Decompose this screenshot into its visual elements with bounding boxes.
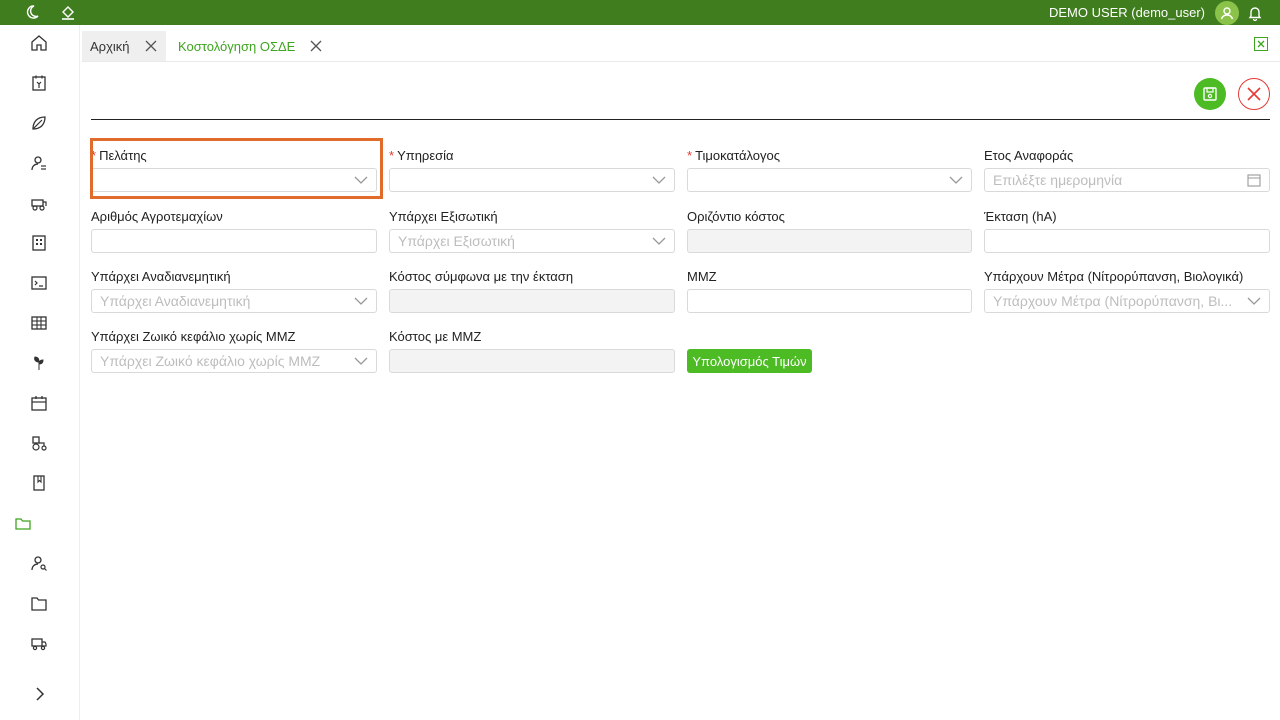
ref-year-datepicker[interactable]: Επιλέξτε ημερομηνία bbox=[984, 168, 1270, 192]
sidebar bbox=[0, 25, 80, 720]
save-icon bbox=[1203, 87, 1217, 101]
expand-icon[interactable] bbox=[30, 684, 50, 704]
avatar[interactable] bbox=[1215, 1, 1239, 25]
ref-year-placeholder: Επιλέξτε ημερομηνία bbox=[993, 172, 1123, 188]
moon-icon[interactable] bbox=[22, 2, 42, 22]
measures-label: Υπάρχουν Μέτρα (Νίτρορύπανση, Βιολογικά) bbox=[984, 269, 1244, 284]
cost-by-area-label: Κόστος σύμφωνα με την έκταση bbox=[389, 269, 574, 284]
mmz-input[interactable] bbox=[687, 289, 972, 313]
tab-label: Κοστολόγηση ΟΣΔΕ bbox=[178, 38, 296, 54]
excel-icon[interactable] bbox=[1254, 37, 1268, 51]
redistributive-placeholder: Υπάρχει Αναδιανεμητική bbox=[100, 293, 251, 309]
book-icon[interactable] bbox=[29, 473, 49, 493]
plant-icon[interactable] bbox=[29, 353, 49, 373]
calculate-prices-button[interactable]: Υπολογισμός Τιμών bbox=[687, 349, 812, 373]
ref-year-label: Ετος Αναφοράς bbox=[984, 148, 1074, 163]
chevron-down-icon bbox=[652, 176, 666, 184]
livestock-select[interactable]: Υπάρχει Ζωικό κεφάλιο χωρίς ΜΜΖ bbox=[91, 349, 377, 373]
cost-mmz-input bbox=[389, 349, 675, 373]
cost-mmz-label: Κόστος με ΜΜΖ bbox=[389, 329, 482, 344]
home-icon[interactable] bbox=[29, 33, 49, 53]
horizontal-cost-input bbox=[687, 229, 972, 253]
cost-by-area-input bbox=[389, 289, 675, 313]
bell-icon[interactable] bbox=[1245, 3, 1265, 23]
tab-bar: Αρχική Κοστολόγηση ΟΣΔΕ bbox=[82, 25, 1280, 62]
truck-icon[interactable] bbox=[29, 633, 49, 653]
focus-highlight bbox=[90, 138, 383, 199]
area-input[interactable] bbox=[984, 229, 1270, 253]
tab-label: Αρχική bbox=[90, 38, 130, 54]
top-left-icons bbox=[22, 2, 78, 22]
folder-icon[interactable] bbox=[29, 593, 49, 613]
measures-placeholder: Υπάρχουν Μέτρα (Νίτρορύπανση, Βι... bbox=[993, 293, 1233, 309]
user-list-icon[interactable] bbox=[29, 153, 49, 173]
terminal-icon[interactable] bbox=[29, 273, 49, 293]
close-icon bbox=[1247, 87, 1261, 101]
leveling-label: Υπάρχει Εξισωτική bbox=[389, 209, 498, 224]
table-icon[interactable] bbox=[29, 313, 49, 333]
parcels-label: Αριθμός Αγροτεμαχίων bbox=[91, 209, 223, 224]
header-divider bbox=[91, 119, 1270, 120]
chevron-down-icon bbox=[354, 297, 368, 305]
paint-bucket-icon[interactable] bbox=[58, 2, 78, 22]
measures-select[interactable]: Υπάρχουν Μέτρα (Νίτρορύπανση, Βι... bbox=[984, 289, 1270, 313]
redistributive-select[interactable]: Υπάρχει Αναδιανεμητική bbox=[91, 289, 377, 313]
chevron-down-icon bbox=[1247, 297, 1261, 305]
tab-home[interactable]: Αρχική bbox=[82, 31, 166, 61]
tab-osde-costing[interactable]: Κοστολόγηση ΟΣΔΕ bbox=[172, 31, 329, 61]
top-bar: DEMO USER (demo_user) bbox=[0, 0, 1280, 25]
folder-open-icon[interactable] bbox=[13, 513, 33, 533]
calendar-icon[interactable] bbox=[29, 393, 49, 413]
chevron-down-icon bbox=[949, 176, 963, 184]
horizontal-cost-label: Οριζόντιο κόστος bbox=[687, 209, 785, 224]
user-name[interactable]: DEMO USER (demo_user) bbox=[1049, 5, 1205, 20]
leaf-icon[interactable] bbox=[29, 113, 49, 133]
save-button[interactable] bbox=[1194, 78, 1226, 110]
tractor-icon[interactable] bbox=[29, 193, 49, 213]
user-search-icon[interactable] bbox=[29, 553, 49, 573]
redistributive-label: Υπάρχει Αναδιανεμητική bbox=[91, 269, 231, 284]
invoice-icon[interactable] bbox=[29, 73, 49, 93]
livestock-placeholder: Υπάρχει Ζωικό κεφάλιο χωρίς ΜΜΖ bbox=[100, 353, 321, 369]
leveling-placeholder: Υπάρχει Εξισωτική bbox=[398, 233, 515, 249]
leveling-select[interactable]: Υπάρχει Εξισωτική bbox=[389, 229, 675, 253]
area-label: Έκταση (hA) bbox=[984, 209, 1057, 224]
tractor-2-icon[interactable] bbox=[29, 433, 49, 453]
service-select[interactable] bbox=[389, 168, 675, 192]
close-form-button[interactable] bbox=[1238, 78, 1270, 110]
chevron-down-icon bbox=[652, 237, 666, 245]
close-icon[interactable] bbox=[144, 39, 158, 53]
livestock-label: Υπάρχει Ζωικό κεφάλιο χωρίς ΜΜΖ bbox=[91, 329, 296, 344]
service-label: * Υπηρεσία bbox=[389, 148, 454, 163]
parcels-input[interactable] bbox=[91, 229, 377, 253]
pricelist-label: * Τιμοκατάλογος bbox=[687, 148, 780, 163]
calendar-icon bbox=[1247, 174, 1261, 187]
pricelist-select[interactable] bbox=[687, 168, 972, 192]
building-icon[interactable] bbox=[29, 233, 49, 253]
mmz-label: ΜΜΖ bbox=[687, 269, 717, 284]
chevron-down-icon bbox=[354, 357, 368, 365]
close-icon[interactable] bbox=[309, 39, 323, 53]
